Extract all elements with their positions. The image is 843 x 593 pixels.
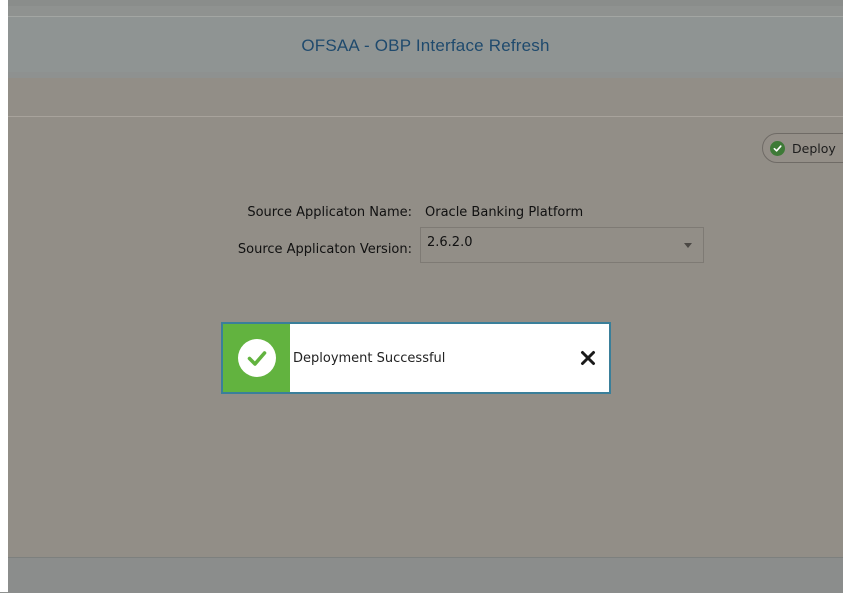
- close-icon[interactable]: [577, 347, 599, 369]
- toast-icon-panel: [223, 324, 290, 392]
- source-version-label: Source Applicaton Version:: [237, 242, 412, 257]
- page-left-strip: [0, 0, 8, 592]
- source-name-value: Oracle Banking Platform: [425, 205, 584, 220]
- check-circle-icon: [770, 140, 785, 156]
- deploy-button[interactable]: Deploy: [762, 133, 843, 163]
- top-strip: [8, 0, 843, 6]
- success-toast: Deployment Successful: [221, 322, 611, 394]
- footer-bar: [8, 557, 843, 593]
- deploy-button-label: Deploy: [792, 140, 836, 156]
- check-circle-icon: [237, 339, 276, 377]
- chevron-down-icon: [684, 242, 692, 248]
- source-name-label: Source Applicaton Name:: [247, 205, 412, 220]
- source-version-select[interactable]: 2.6.2.0: [420, 227, 704, 263]
- app-header: OFSAA - OBP Interface Refresh: [8, 16, 843, 73]
- page-title: OFSAA - OBP Interface Refresh: [301, 36, 550, 55]
- content-divider: [8, 116, 843, 117]
- source-version-value: 2.6.2.0: [427, 234, 473, 250]
- main-content: Deploy Source Applicaton Name: Oracle Ba…: [8, 78, 843, 557]
- toast-message: Deployment Successful: [293, 350, 446, 366]
